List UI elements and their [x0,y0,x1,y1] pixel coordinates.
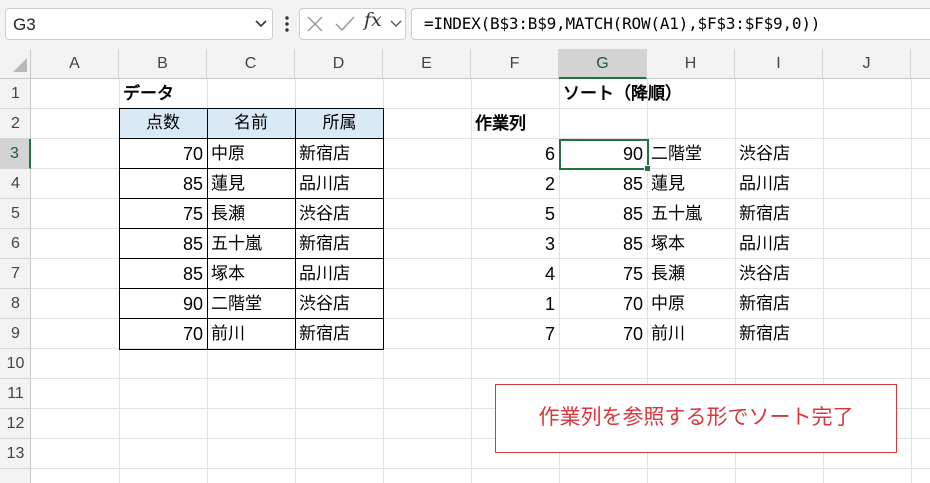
row-header-5[interactable]: 5 [0,199,31,229]
table-border-line [119,228,384,229]
row-header-3[interactable]: 3 [0,139,31,169]
row-header-7[interactable]: 7 [0,259,31,289]
row-header-9[interactable]: 9 [0,319,31,349]
column-header-j[interactable]: J [823,49,911,79]
column-header-d[interactable]: D [295,49,383,79]
sorted-score-cell[interactable]: 75 [559,259,647,289]
sorted-branch-cell[interactable]: 品川店 [735,169,823,199]
work-cell[interactable]: 6 [471,139,559,169]
sorted-score-cell[interactable]: 85 [559,229,647,259]
row-header-1[interactable]: 1 [0,79,31,109]
annotation-text: 作業列を参照する形でソート完了 [538,405,854,429]
row-header-13[interactable]: 13 [0,439,31,469]
row-header-2[interactable]: 2 [0,109,31,139]
row-header-6[interactable]: 6 [0,229,31,259]
column-header-c[interactable]: C [207,49,295,79]
sorted-branch-cell[interactable]: 新宿店 [735,319,823,349]
sorted-name-cell[interactable]: 蓮見 [647,169,735,199]
chevron-down-icon[interactable] [253,15,269,31]
work-cell[interactable]: 2 [471,169,559,199]
more-options-icon[interactable] [281,14,293,34]
sort-title[interactable]: ソート（降順） [559,79,735,109]
data-table-border [119,108,384,350]
column-header-h[interactable]: H [647,49,735,79]
table-border-line [119,138,384,139]
table-border-line [119,288,384,289]
chevron-down-icon[interactable] [389,16,403,30]
work-cell[interactable]: 7 [471,319,559,349]
sorted-score-cell[interactable]: 70 [559,289,647,319]
row-header-12[interactable]: 12 [0,409,31,439]
table-border-line [119,318,384,319]
column-header-e[interactable]: E [383,49,471,79]
column-header-g[interactable]: G [559,49,647,79]
name-box[interactable] [5,8,273,40]
sorted-name-cell[interactable]: 長瀬 [647,259,735,289]
sorted-score-cell[interactable]: 70 [559,319,647,349]
row-header-4[interactable]: 4 [0,169,31,199]
sorted-branch-cell[interactable]: 新宿店 [735,289,823,319]
table-border-line [119,168,384,169]
table-border-line [119,198,384,199]
select-all-icon [13,58,27,72]
table-border-line [119,258,384,259]
work-cell[interactable]: 1 [471,289,559,319]
grid-line [31,378,930,379]
data-title[interactable]: データ [119,79,295,109]
row-header-10[interactable]: 10 [0,349,31,379]
sorted-name-cell[interactable]: 五十嵐 [647,199,735,229]
row-header-11[interactable]: 11 [0,379,31,409]
active-cell-outline [559,139,649,170]
sorted-branch-cell[interactable]: 品川店 [735,229,823,259]
table-border-line [295,108,296,350]
grid-line [31,468,930,469]
work-cell[interactable]: 4 [471,259,559,289]
column-header-f[interactable]: F [471,49,559,79]
sorted-score-cell[interactable]: 85 [559,199,647,229]
cancel-icon[interactable] [305,14,325,34]
table-border-line [207,108,208,350]
column-header-a[interactable]: A [31,49,119,79]
name-box-value: G3 [13,15,36,34]
sorted-score-cell[interactable]: 85 [559,169,647,199]
column-header-b[interactable]: B [119,49,207,79]
sorted-name-cell[interactable]: 二階堂 [647,139,735,169]
fill-handle[interactable] [644,165,651,172]
work-cell[interactable]: 3 [471,229,559,259]
sorted-branch-cell[interactable]: 渋谷店 [735,139,823,169]
sorted-name-cell[interactable]: 中原 [647,289,735,319]
sorted-name-cell[interactable]: 塚本 [647,229,735,259]
column-header-i[interactable]: I [735,49,823,79]
row-header-8[interactable]: 8 [0,289,31,319]
insert-function-icon[interactable]: fx [364,9,382,31]
work-cell[interactable]: 5 [471,199,559,229]
formula-text: =INDEX(B$3:B$9,MATCH(ROW(A1),$F$3:$F$9,0… [424,14,821,33]
sorted-branch-cell[interactable]: 新宿店 [735,199,823,229]
sorted-branch-cell[interactable]: 渋谷店 [735,259,823,289]
grid-line [911,79,912,483]
work-column-header[interactable]: 作業列 [471,109,559,139]
checkmark-icon[interactable] [334,14,356,34]
sorted-name-cell[interactable]: 前川 [647,319,735,349]
